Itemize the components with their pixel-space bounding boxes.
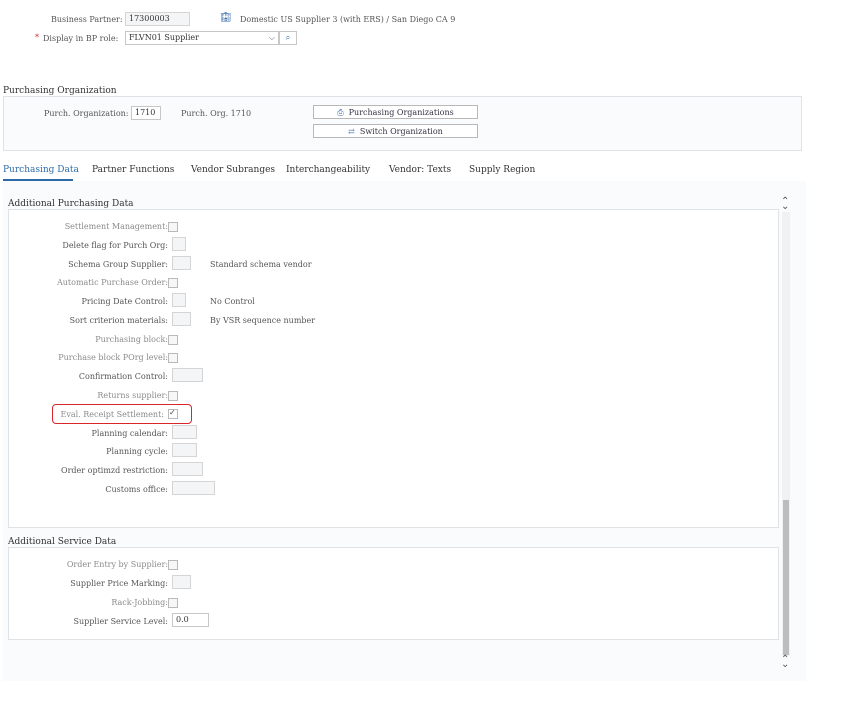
delete-flag-label: Delete flag for Purch Org:: [62, 241, 168, 250]
order-entry-supplier-label: Order Entry by Supplier:: [66, 560, 168, 569]
switch-organization-button[interactable]: ⇄ Switch Organization: [313, 124, 478, 138]
order-optimzd-field[interactable]: [172, 462, 203, 476]
bp-role-value: FLVN01 Supplier: [129, 33, 199, 42]
rack-jobbing-checkbox[interactable]: [168, 598, 178, 608]
supplier-service-level-label: Supplier Service Level:: [73, 617, 168, 626]
order-optimzd-label: Order optimzd restriction:: [61, 466, 168, 475]
planning-cycle-field[interactable]: [172, 443, 197, 457]
confirmation-control-label: Confirmation Control:: [78, 372, 168, 381]
additional-service-title: Additional Service Data: [8, 537, 117, 547]
tab-vendor-subranges[interactable]: Vendor Subranges: [191, 165, 275, 175]
sort-criterion-field[interactable]: [172, 312, 191, 326]
delete-flag-field[interactable]: [172, 237, 186, 251]
check-icon: ✓: [169, 408, 176, 417]
purch-org-description: Purch. Org. 1710: [181, 109, 252, 118]
schema-group-label: Schema Group Supplier:: [68, 260, 168, 269]
pricing-date-control-field[interactable]: [172, 293, 186, 307]
tab-vendor-texts[interactable]: Vendor: Texts: [389, 165, 451, 175]
tab-supply-region[interactable]: Supply Region: [469, 165, 535, 175]
tab-interchangeability[interactable]: Interchangeability: [286, 165, 370, 175]
returns-supplier-label: Returns supplier:: [97, 391, 168, 400]
bp-role-label: Display in BP role:: [43, 34, 119, 43]
sort-criterion-label: Sort criterion materials:: [69, 316, 168, 325]
returns-supplier-checkbox[interactable]: [168, 391, 178, 401]
automatic-po-checkbox[interactable]: [168, 278, 178, 288]
planning-calendar-label: Planning calendar:: [91, 429, 169, 438]
schema-group-description: Standard schema vendor: [210, 260, 312, 269]
tab-partner-functions[interactable]: Partner Functions: [92, 165, 174, 175]
eval-receipt-settlement-label: Eval. Receipt Settlement:: [60, 410, 164, 419]
settlement-management-checkbox[interactable]: [168, 222, 178, 232]
purchase-block-porg-checkbox[interactable]: [168, 353, 178, 363]
chevron-down-icon[interactable]: ⌵: [269, 32, 275, 44]
automatic-po-label: Automatic Purchase Order:: [56, 278, 168, 287]
rack-jobbing-label: Rack-Jobbing:: [111, 598, 168, 607]
purchasing-block-checkbox[interactable]: [168, 335, 178, 345]
planning-cycle-label: Planning cycle:: [106, 447, 168, 456]
settlement-management-label: Settlement Management:: [64, 222, 168, 231]
purchasing-block-label: Purchasing block:: [95, 335, 168, 344]
business-partner-description: Domestic US Supplier 3 (with ERS) / San …: [240, 15, 456, 24]
purchase-block-porg-label: Purchase block POrg level:: [58, 353, 168, 362]
sort-criterion-description: By VSR sequence number: [210, 316, 316, 325]
scrollbar-thumb[interactable]: [783, 500, 789, 655]
customs-office-field[interactable]: [172, 481, 215, 495]
tab-purchasing-data[interactable]: Purchasing Data: [3, 165, 79, 175]
supplier-service-level-field[interactable]: 0.0: [172, 613, 209, 627]
search-button[interactable]: ⌕: [279, 31, 297, 45]
purch-org-label: Purch. Organization:: [44, 109, 129, 118]
switch-icon: ⇄: [348, 127, 355, 136]
pricing-date-control-label: Pricing Date Control:: [81, 297, 169, 306]
supplier-price-marking-field[interactable]: [172, 575, 191, 589]
purchasing-organizations-button[interactable]: ⎙ Purchasing Organizations: [313, 105, 478, 119]
building-icon[interactable]: 🏢︎: [220, 13, 231, 23]
purch-org-section-title: Purchasing Organization: [3, 86, 117, 96]
business-partner-label: Business Partner:: [51, 15, 123, 24]
search-icon: ⌕: [285, 33, 291, 42]
customs-office-label: Customs office:: [105, 485, 168, 494]
additional-purchasing-title: Additional Purchasing Data: [8, 199, 134, 209]
eval-receipt-settlement-checkbox[interactable]: ✓: [168, 408, 178, 419]
scroll-down-icon[interactable]: ⌃ ⌄: [781, 654, 789, 676]
supplier-price-marking-label: Supplier Price Marking:: [70, 579, 168, 588]
purch-org-field[interactable]: 1710: [131, 106, 161, 120]
confirmation-control-field[interactable]: [172, 368, 203, 382]
required-marker: *: [35, 33, 39, 42]
bp-role-select[interactable]: FLVN01 Supplier ⌵: [125, 31, 279, 45]
business-partner-field[interactable]: 17300003: [125, 12, 190, 26]
order-entry-supplier-checkbox[interactable]: [168, 560, 178, 570]
schema-group-field[interactable]: [172, 256, 191, 270]
pricing-date-control-description: No Control: [210, 297, 255, 306]
organization-icon: ⎙: [337, 108, 344, 117]
additional-purchasing-group: [8, 209, 779, 528]
planning-calendar-field[interactable]: [172, 425, 197, 439]
